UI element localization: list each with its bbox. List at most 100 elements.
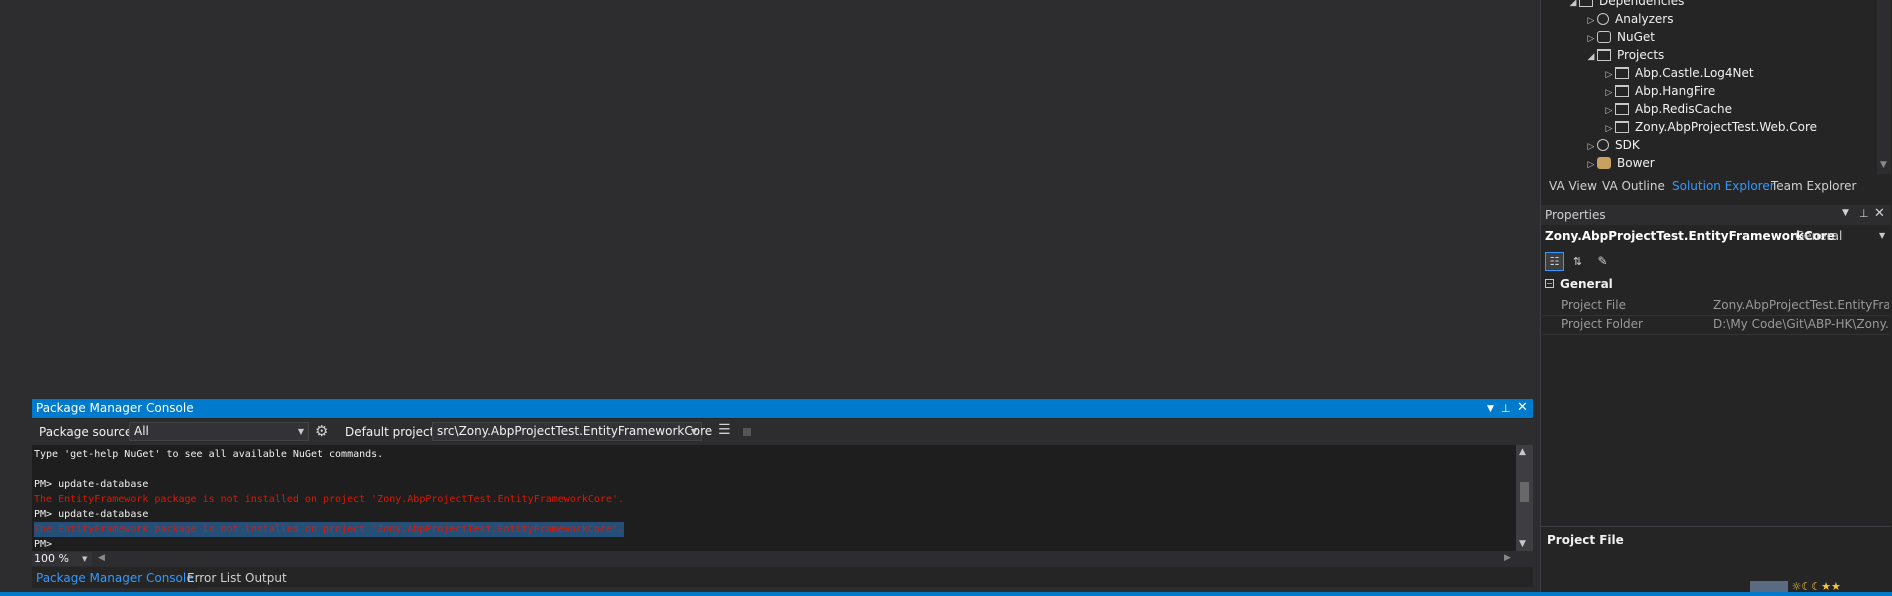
tree-item-label: Abp.Castle.Log4Net xyxy=(1635,66,1754,80)
pmc-toolbar: Package source: All ▼ ⚙ Default project:… xyxy=(32,419,1533,445)
tab-package-manager-console[interactable]: Package Manager Console xyxy=(32,568,198,588)
project-icon xyxy=(1615,103,1629,115)
dependencies-icon xyxy=(1579,0,1593,7)
package-source-label: Package source: xyxy=(39,425,137,439)
scroll-left-arrow-icon[interactable]: ◀ xyxy=(98,553,105,563)
properties-object-selector[interactable]: Zony.AbpProjectTest.EntityFrameworkCore … xyxy=(1543,227,1889,247)
bottom-panel-tabs: Package Manager Console Error List Output xyxy=(32,568,1538,588)
tree-item-label: Abp.RedisCache xyxy=(1635,102,1732,116)
settings-gear-icon[interactable]: ⚙ xyxy=(315,422,328,440)
tree-item-label: Analyzers xyxy=(1615,12,1674,26)
console-line: PM> update-database xyxy=(34,479,149,490)
property-row[interactable]: Project Folder D:\My Code\Git\ABP-HK\Zony… xyxy=(1543,315,1889,335)
tree-item-label: Bower xyxy=(1617,156,1655,170)
project-icon xyxy=(1615,121,1629,133)
tree-item[interactable]: ◢ Projects xyxy=(1585,46,1665,66)
tab-va-view[interactable]: VA View xyxy=(1543,176,1603,196)
console-line: PM> update-database xyxy=(34,509,149,520)
chevron-down-icon: ▼ xyxy=(297,427,304,436)
tree-scrollbar[interactable]: ▼ xyxy=(1877,0,1891,174)
zoom-value: 100 % xyxy=(34,552,69,565)
property-row[interactable]: Project File Zony.AbpProjectTest.EntityFr… xyxy=(1543,296,1889,316)
editor-area[interactable] xyxy=(0,0,1540,392)
tree-item[interactable]: ▷ SDK xyxy=(1585,136,1640,154)
console-footer: 100 % ▼ ◀ ▶ xyxy=(32,551,1533,567)
object-name: Zony.AbpProjectTest.EntityFrameworkCore xyxy=(1545,229,1836,243)
scroll-right-arrow-icon[interactable]: ▶ xyxy=(1504,553,1511,563)
tree-item[interactable]: ◢ Dependencies xyxy=(1567,0,1684,10)
tree-item[interactable]: ▷ Analyzers xyxy=(1585,10,1674,28)
tab-solution-explorer[interactable]: Solution Explorer xyxy=(1666,176,1781,196)
console-line: The EntityFramework package is not insta… xyxy=(34,522,625,537)
tab-va-outline[interactable]: VA Outline xyxy=(1596,176,1671,196)
category-label: General xyxy=(1560,277,1613,291)
tree-item[interactable]: ▷ Bower xyxy=(1585,154,1655,172)
package-source-select[interactable]: All ▼ xyxy=(129,422,309,441)
console-line: The EntityFramework package is not insta… xyxy=(34,494,625,505)
project-icon xyxy=(1615,85,1629,97)
tab-output[interactable]: Output xyxy=(241,568,291,588)
scroll-up-arrow-icon[interactable]: ▲ xyxy=(1519,447,1526,457)
default-project-value: src\Zony.AbpProjectTest.EntityFrameworkC… xyxy=(437,424,713,438)
right-panel-tabs: VA View VA Outline Solution Explorer Team E… xyxy=(1543,176,1891,196)
analyzer-icon xyxy=(1597,13,1609,25)
object-type: General xyxy=(1795,229,1843,243)
tab-team-explorer[interactable]: Team Explorer xyxy=(1765,176,1863,196)
pmc-title-bar: Package Manager Console ▼ ⊥ ✕ xyxy=(32,399,1533,418)
tree-item[interactable]: ▷ Abp.HangFire xyxy=(1603,82,1716,100)
console-vertical-scrollbar[interactable]: ▲ ▼ xyxy=(1516,445,1533,551)
property-value: D:\My Code\Git\ABP-HK\Zony.A xyxy=(1713,317,1889,331)
pin-icon[interactable]: ⊥ xyxy=(1501,399,1511,418)
status-bar xyxy=(0,592,1892,596)
pmc-title: Package Manager Console xyxy=(36,401,194,415)
close-icon[interactable]: ✕ xyxy=(1874,206,1885,221)
dropdown-arrow-icon[interactable]: ▼ xyxy=(1842,208,1849,218)
expanded-triangle-icon[interactable]: ◢ xyxy=(1567,0,1579,12)
tree-item-label: Projects xyxy=(1617,48,1665,62)
tree-item-label: Zony.AbpProjectTest.Web.Core xyxy=(1635,120,1818,134)
expanded-triangle-icon[interactable]: ◢ xyxy=(1585,48,1597,66)
bower-icon xyxy=(1597,157,1611,169)
tree-item-label: Dependencies xyxy=(1599,0,1685,8)
property-value: Zony.AbpProjectTest.EntityFrame xyxy=(1713,298,1889,312)
console-horizontal-scrollbar[interactable] xyxy=(110,554,1513,564)
property-pages-icon[interactable]: ✎ xyxy=(1593,252,1612,271)
tab-error-list[interactable]: Error List xyxy=(183,568,245,588)
stop-icon[interactable] xyxy=(743,428,751,436)
properties-title: Properties xyxy=(1545,208,1606,222)
tree-item-label: Abp.HangFire xyxy=(1635,84,1716,98)
scroll-down-arrow-icon[interactable]: ▼ xyxy=(1519,539,1526,549)
tree-item-label: SDK xyxy=(1615,138,1640,152)
tree-item[interactable]: ▷ Abp.RedisCache xyxy=(1603,100,1732,118)
tree-item[interactable]: ▷ NuGet xyxy=(1585,28,1655,46)
default-project-label: Default project: xyxy=(345,425,439,439)
chevron-down-icon: ▼ xyxy=(690,427,697,436)
default-project-select[interactable]: src\Zony.AbpProjectTest.EntityFrameworkC… xyxy=(432,422,712,441)
zoom-select[interactable]: 100 % ▼ xyxy=(32,552,92,566)
scroll-thumb[interactable] xyxy=(1520,482,1529,502)
alphabetical-icon[interactable]: ⇅ xyxy=(1568,252,1587,271)
nuget-icon xyxy=(1597,31,1611,43)
chevron-down-icon[interactable]: ▼ xyxy=(1879,231,1885,240)
property-name: Project File xyxy=(1561,298,1626,312)
projects-icon xyxy=(1597,49,1611,61)
console-line: Type 'get-help NuGet' to see all availab… xyxy=(34,449,384,460)
categorized-icon[interactable]: ☷ xyxy=(1545,252,1564,271)
close-icon[interactable]: ✕ xyxy=(1517,398,1528,417)
scroll-down-arrow-icon[interactable]: ▼ xyxy=(1880,160,1887,170)
collapse-icon[interactable]: − xyxy=(1545,279,1554,288)
collapsed-triangle-icon[interactable]: ▷ xyxy=(1585,156,1597,174)
properties-header: Properties ▼ ⊥ ✕ xyxy=(1541,205,1891,225)
property-name: Project Folder xyxy=(1561,317,1643,331)
console-output[interactable]: Type 'get-help NuGet' to see all availab… xyxy=(32,445,1516,551)
dropdown-arrow-icon[interactable]: ▼ xyxy=(1487,400,1494,419)
pin-icon[interactable]: ⊥ xyxy=(1859,207,1869,220)
clear-console-icon[interactable]: ☰ xyxy=(718,422,731,438)
properties-description: Project File xyxy=(1541,526,1891,582)
tree-item[interactable]: ▷ Zony.AbpProjectTest.Web.Core xyxy=(1603,118,1818,136)
solution-explorer-tree[interactable]: ◢ Dependencies ▷ Analyzers ▷ NuGet ◢ Projects ▷ A… xyxy=(1541,0,1877,174)
tree-item[interactable]: ▷ Abp.Castle.Log4Net xyxy=(1603,64,1754,82)
console-line: PM> xyxy=(34,539,53,550)
chevron-down-icon: ▼ xyxy=(82,555,88,563)
description-title: Project File xyxy=(1547,533,1624,547)
